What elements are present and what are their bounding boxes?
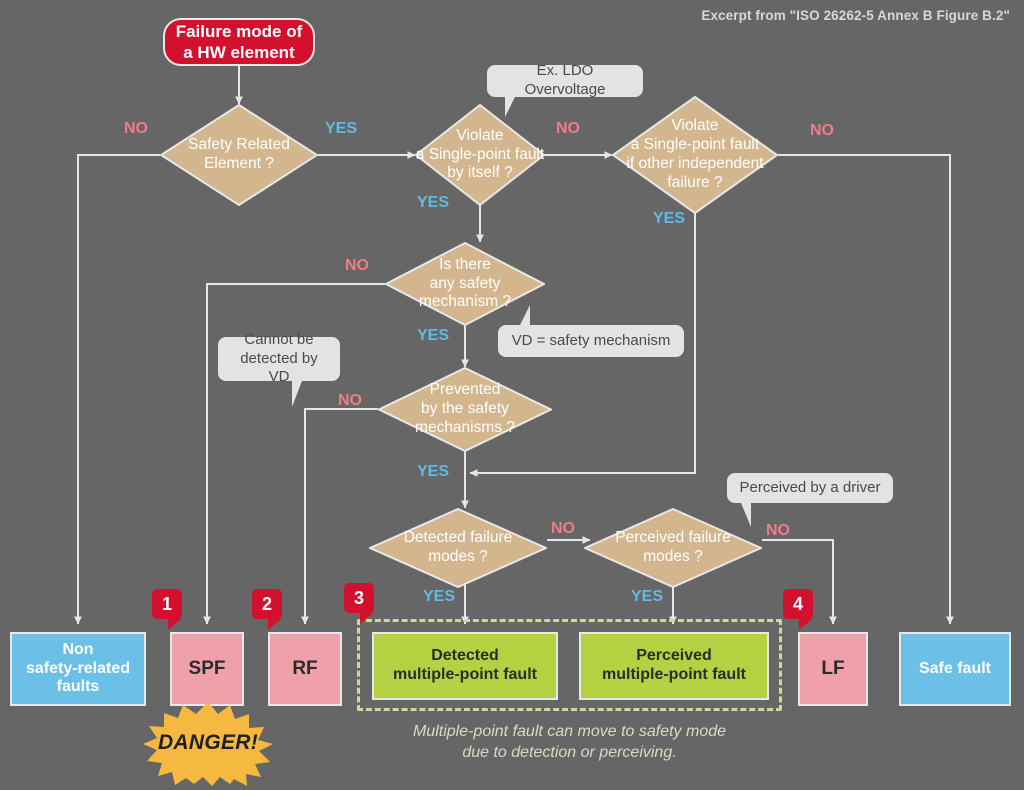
danger-burst: DANGER! bbox=[141, 700, 275, 786]
decision-safety-related-element[interactable]: Safety Related Element ? bbox=[159, 103, 319, 207]
badge-label: 3 bbox=[353, 587, 364, 608]
terminal-detected-multiple-point-fault[interactable]: Detected multiple-point fault bbox=[372, 632, 558, 700]
badge-3[interactable]: 3 bbox=[344, 583, 374, 624]
edge-label-d5-yes: YES bbox=[417, 463, 450, 480]
edge-label-d4-yes: YES bbox=[417, 327, 450, 344]
callout-perceived-by-a-driver: Perceived by a driver bbox=[727, 473, 893, 527]
edge-label-d1-no: NO bbox=[124, 120, 148, 137]
start-node[interactable]: Failure mode of a HW element bbox=[163, 18, 315, 66]
edge-label-d7-yes: YES bbox=[631, 588, 664, 605]
decision-violate-spf-if-other-independent-failure[interactable]: Violate a Single-point fault if other in… bbox=[611, 95, 779, 215]
diamond-shape bbox=[367, 507, 549, 589]
decision-violate-spf-by-itself[interactable]: Violate a Single-point fault by itself ? bbox=[414, 103, 546, 207]
callout-vd-equals-safety-mechanism: VD = safety mechanism bbox=[498, 305, 684, 357]
callout-tail bbox=[292, 381, 302, 407]
terminal-label: Detected multiple-point fault bbox=[393, 647, 537, 683]
danger-label: DANGER! bbox=[157, 731, 259, 754]
diamond-shape bbox=[376, 366, 554, 453]
terminal-non-safety-related-faults[interactable]: Non safety-related faults bbox=[10, 632, 146, 706]
source-credit: Excerpt from "ISO 26262-5 Annex B Figure… bbox=[701, 8, 1010, 23]
callout-tail bbox=[505, 97, 515, 117]
callout-tail bbox=[741, 503, 751, 527]
callout-text: Cannot be detected by VD bbox=[240, 330, 318, 386]
edge-label-d6-no: NO bbox=[551, 520, 575, 537]
terminal-label: LF bbox=[821, 657, 845, 679]
badge-label: 2 bbox=[261, 593, 272, 614]
badge-4[interactable]: 4 bbox=[783, 589, 813, 630]
edge-label-d2-yes: YES bbox=[417, 194, 450, 211]
terminal-label: Safe fault bbox=[918, 659, 991, 677]
diamond-shape bbox=[414, 103, 546, 207]
callout-text: Ex. LDO Overvoltage bbox=[524, 62, 606, 98]
terminal-label: Non safety-related faults bbox=[25, 640, 131, 696]
terminal-lf[interactable]: LF bbox=[798, 632, 868, 706]
edge-label-d6-yes: YES bbox=[423, 588, 456, 605]
edge-label-d1-yes: YES bbox=[325, 120, 358, 137]
edge-label-d7-no: NO bbox=[766, 522, 790, 539]
edge-label-d3-yes: YES bbox=[653, 210, 686, 227]
callout-cannot-be-detected-by-vd: Cannot be detected by VD bbox=[218, 331, 340, 407]
diamond-shape bbox=[611, 95, 779, 215]
edge-label-d5-no: NO bbox=[338, 392, 362, 409]
decision-perceived-failure-modes[interactable]: Perceived failure modes ? bbox=[582, 507, 764, 589]
callout-ex-ldo-overvoltage: Ex. LDO Overvoltage bbox=[487, 62, 643, 117]
group-note: Multiple-point fault can move to safety … bbox=[412, 723, 727, 761]
badge-1[interactable]: 1 bbox=[152, 589, 182, 630]
terminal-label: RF bbox=[292, 657, 318, 679]
callout-text: VD = safety mechanism bbox=[511, 331, 671, 349]
terminal-label: Perceived multiple-point fault bbox=[602, 647, 746, 683]
decision-prevented-by-safety-mechanisms[interactable]: Prevented by the safety mechanisms ? bbox=[376, 366, 554, 453]
diamond-shape bbox=[582, 507, 764, 589]
start-node-label: Failure mode of a HW element bbox=[175, 21, 303, 62]
badge-label: 4 bbox=[792, 593, 803, 614]
badge-2[interactable]: 2 bbox=[252, 589, 282, 630]
badge-label: 1 bbox=[161, 593, 172, 614]
decision-detected-failure-modes[interactable]: Detected failure modes ? bbox=[367, 507, 549, 589]
edge-label-d3-no: NO bbox=[810, 122, 834, 139]
callout-text: Perceived by a driver bbox=[739, 478, 881, 496]
edge-label-d4-no: NO bbox=[345, 257, 369, 274]
callout-tail bbox=[520, 305, 530, 325]
edge-label-d2-no: NO bbox=[556, 120, 580, 137]
diamond-shape bbox=[159, 103, 319, 207]
terminal-rf[interactable]: RF bbox=[268, 632, 342, 706]
terminal-perceived-multiple-point-fault[interactable]: Perceived multiple-point fault bbox=[579, 632, 769, 700]
terminal-safe-fault[interactable]: Safe fault bbox=[899, 632, 1011, 706]
flowchart-canvas: Excerpt from "ISO 26262-5 Annex B Figure… bbox=[0, 0, 1024, 790]
terminal-label: SPF bbox=[188, 657, 226, 679]
terminal-spf[interactable]: SPF bbox=[170, 632, 244, 706]
